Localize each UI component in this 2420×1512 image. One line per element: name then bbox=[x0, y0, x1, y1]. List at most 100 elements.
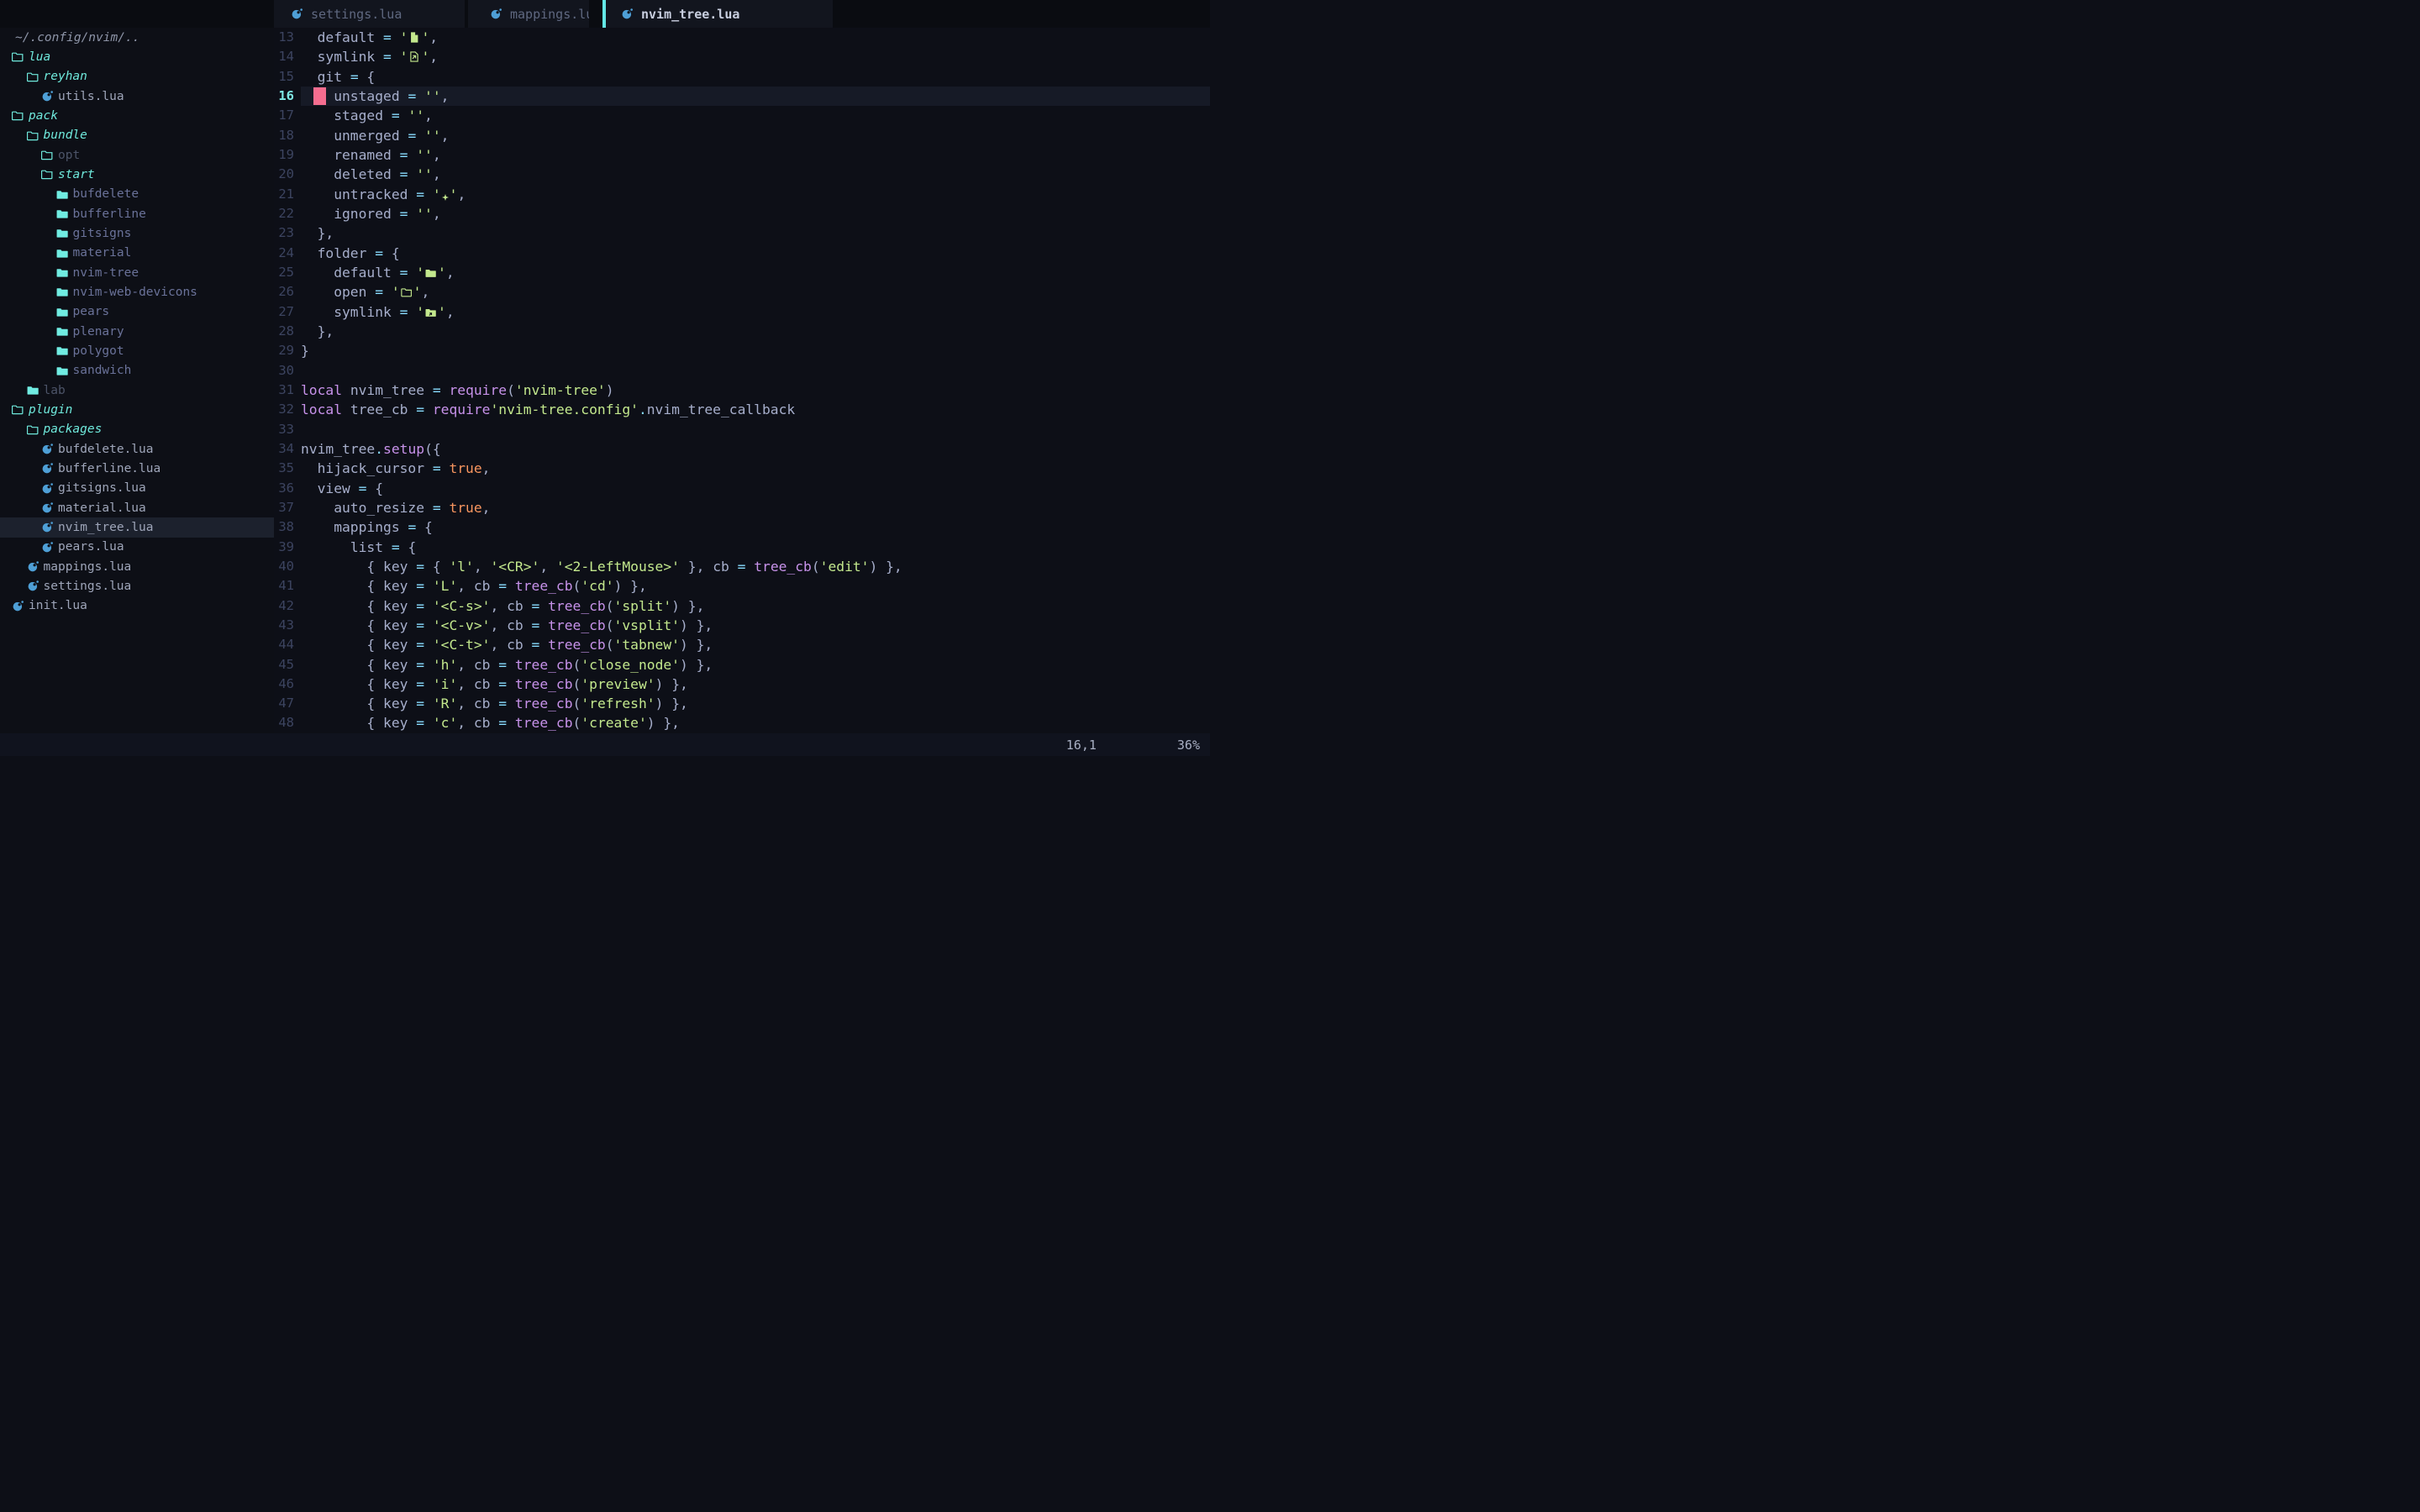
code-line-29[interactable]: 29} bbox=[274, 341, 1210, 360]
code-token: , bbox=[441, 88, 450, 104]
code-line-40[interactable]: 40{ key = { 'l', '<CR>', '<2-LeftMouse>'… bbox=[274, 557, 1210, 576]
code-token: 'nvim-tree.config' bbox=[490, 402, 638, 417]
code-line-44[interactable]: 44{ key = '<C-t>', cb = tree_cb('tabnew'… bbox=[274, 635, 1210, 654]
code-token: }, bbox=[680, 559, 713, 575]
tree-item-mappings.lua[interactable]: mappings.lua bbox=[0, 557, 274, 576]
tree-item-settings.lua[interactable]: settings.lua bbox=[0, 576, 274, 596]
tree-item-bufferline[interactable]: bufferline bbox=[0, 204, 274, 223]
code-token: , bbox=[429, 49, 438, 65]
tree-item-lab[interactable]: lab bbox=[0, 381, 274, 400]
tree-item-plugin[interactable]: plugin bbox=[0, 400, 274, 419]
tree-item-nvim_tree.lua[interactable]: nvim_tree.lua bbox=[0, 517, 274, 537]
code-line-21[interactable]: 21untracked = '', bbox=[274, 185, 1210, 204]
tree-item-material[interactable]: material bbox=[0, 244, 274, 263]
tree-item-packages[interactable]: packages bbox=[0, 420, 274, 439]
code-token: = bbox=[416, 637, 433, 653]
code-line-39[interactable]: 39list = { bbox=[274, 538, 1210, 557]
tree-item-nvim-web-devicons[interactable]: nvim-web-devicons bbox=[0, 282, 274, 302]
code-token: key bbox=[383, 617, 416, 633]
code-token: cb bbox=[474, 578, 498, 594]
code-line-28[interactable]: 28}, bbox=[274, 322, 1210, 341]
code-token: cb bbox=[507, 617, 531, 633]
code-token: = bbox=[400, 304, 417, 320]
tree-item-label: polygot bbox=[73, 344, 124, 358]
code-token: key bbox=[383, 657, 416, 673]
code-line-25[interactable]: 25default = '', bbox=[274, 263, 1210, 282]
tree-item-nvim-tree[interactable]: nvim-tree bbox=[0, 263, 274, 282]
lua-file-icon bbox=[41, 462, 54, 475]
line-number: 46 bbox=[274, 675, 301, 694]
tree-item-opt[interactable]: opt bbox=[0, 145, 274, 165]
tree-item-utils.lua[interactable]: utils.lua bbox=[0, 87, 274, 106]
code-line-41[interactable]: 41{ key = 'L', cb = tree_cb('cd') }, bbox=[274, 576, 1210, 596]
code-token: tree_cb bbox=[548, 598, 606, 614]
code-token: { bbox=[366, 69, 375, 85]
tree-item-start[interactable]: start bbox=[0, 165, 274, 184]
tree-item-bufdelete[interactable]: bufdelete bbox=[0, 185, 274, 204]
tree-item-sandwich[interactable]: sandwich bbox=[0, 361, 274, 381]
code-line-43[interactable]: 43{ key = '<C-v>', cb = tree_cb('vsplit'… bbox=[274, 616, 1210, 635]
code-token: , bbox=[482, 460, 491, 476]
code-line-17[interactable]: 17staged = '', bbox=[274, 106, 1210, 125]
code-line-15[interactable]: 15git = { bbox=[274, 67, 1210, 87]
code-line-19[interactable]: 19renamed = '', bbox=[274, 145, 1210, 165]
tree-item-bufferline.lua[interactable]: bufferline.lua bbox=[0, 459, 274, 478]
tree-item-plenary[interactable]: plenary bbox=[0, 322, 274, 341]
code-line-35[interactable]: 35hijack_cursor = true, bbox=[274, 459, 1210, 478]
code-line-22[interactable]: 22ignored = '', bbox=[274, 204, 1210, 223]
code-line-47[interactable]: 47{ key = 'R', cb = tree_cb('refresh') }… bbox=[274, 694, 1210, 713]
code-line-42[interactable]: 42{ key = '<C-s>', cb = tree_cb('split')… bbox=[274, 596, 1210, 616]
line-content: symlink = '', bbox=[301, 302, 1210, 322]
tree-root[interactable]: ~/.config/nvim/.. bbox=[0, 28, 274, 47]
code-line-37[interactable]: 37auto_resize = true, bbox=[274, 498, 1210, 517]
code-token: = bbox=[359, 480, 376, 496]
code-line-31[interactable]: 31local nvim_tree = require('nvim-tree') bbox=[274, 381, 1210, 400]
lua-file-icon bbox=[12, 600, 24, 612]
code-token: }, bbox=[318, 323, 334, 339]
code-token: = bbox=[416, 186, 433, 202]
tree-item-init.lua[interactable]: init.lua bbox=[0, 596, 274, 616]
tab-mappings.lua[interactable]: mappings.lua bbox=[468, 0, 589, 28]
code-line-13[interactable]: 13default = '', bbox=[274, 28, 1210, 47]
tab-nvim_tree.lua[interactable]: nvim_tree.lua bbox=[606, 0, 833, 28]
code-line-27[interactable]: 27symlink = '', bbox=[274, 302, 1210, 322]
code-token: = bbox=[350, 69, 367, 85]
code-line-24[interactable]: 24folder = { bbox=[274, 244, 1210, 263]
code-line-30[interactable]: 30 bbox=[274, 361, 1210, 381]
code-token: ( bbox=[573, 657, 581, 673]
code-line-26[interactable]: 26open = '', bbox=[274, 282, 1210, 302]
code-line-32[interactable]: 32local tree_cb = require'nvim-tree.conf… bbox=[274, 400, 1210, 419]
tree-item-bundle[interactable]: bundle bbox=[0, 126, 274, 145]
tree-item-gitsigns[interactable]: gitsigns bbox=[0, 223, 274, 243]
code-line-34[interactable]: 34nvim_tree.setup({ bbox=[274, 439, 1210, 459]
code-line-16[interactable]: 16unstaged = '', bbox=[274, 87, 1210, 106]
code-line-46[interactable]: 46{ key = 'i', cb = tree_cb('preview') }… bbox=[274, 675, 1210, 694]
code-token: }, bbox=[688, 637, 713, 653]
tree-item-gitsigns.lua[interactable]: gitsigns.lua bbox=[0, 479, 274, 498]
line-number: 16 bbox=[274, 87, 301, 106]
tab-settings.lua[interactable]: settings.lua bbox=[274, 0, 465, 28]
line-number: 43 bbox=[274, 616, 301, 635]
code-line-14[interactable]: 14symlink = '', bbox=[274, 47, 1210, 66]
code-token: { bbox=[366, 578, 383, 594]
tree-item-polygot[interactable]: polygot bbox=[0, 341, 274, 360]
tree-item-lua[interactable]: lua bbox=[0, 47, 274, 66]
code-line-36[interactable]: 36view = { bbox=[274, 479, 1210, 498]
code-line-38[interactable]: 38mappings = { bbox=[274, 517, 1210, 537]
tree-item-pears[interactable]: pears bbox=[0, 302, 274, 322]
code-token: , bbox=[457, 696, 474, 711]
code-line-33[interactable]: 33 bbox=[274, 420, 1210, 439]
code-line-20[interactable]: 20deleted = '', bbox=[274, 165, 1210, 184]
code-token: . bbox=[375, 441, 383, 457]
code-editor[interactable]: 13default = '',14symlink = '',15git = {1… bbox=[274, 28, 1210, 733]
code-line-18[interactable]: 18unmerged = '', bbox=[274, 126, 1210, 145]
code-token: , bbox=[457, 578, 474, 594]
code-line-45[interactable]: 45{ key = 'h', cb = tree_cb('close_node'… bbox=[274, 655, 1210, 675]
code-line-48[interactable]: 48{ key = 'c', cb = tree_cb('create') }, bbox=[274, 713, 1210, 732]
tree-item-bufdelete.lua[interactable]: bufdelete.lua bbox=[0, 439, 274, 459]
code-line-23[interactable]: 23}, bbox=[274, 223, 1210, 243]
tree-item-pears.lua[interactable]: pears.lua bbox=[0, 538, 274, 557]
tree-item-reyhan[interactable]: reyhan bbox=[0, 67, 274, 87]
tree-item-material.lua[interactable]: material.lua bbox=[0, 498, 274, 517]
tree-item-pack[interactable]: pack bbox=[0, 106, 274, 125]
